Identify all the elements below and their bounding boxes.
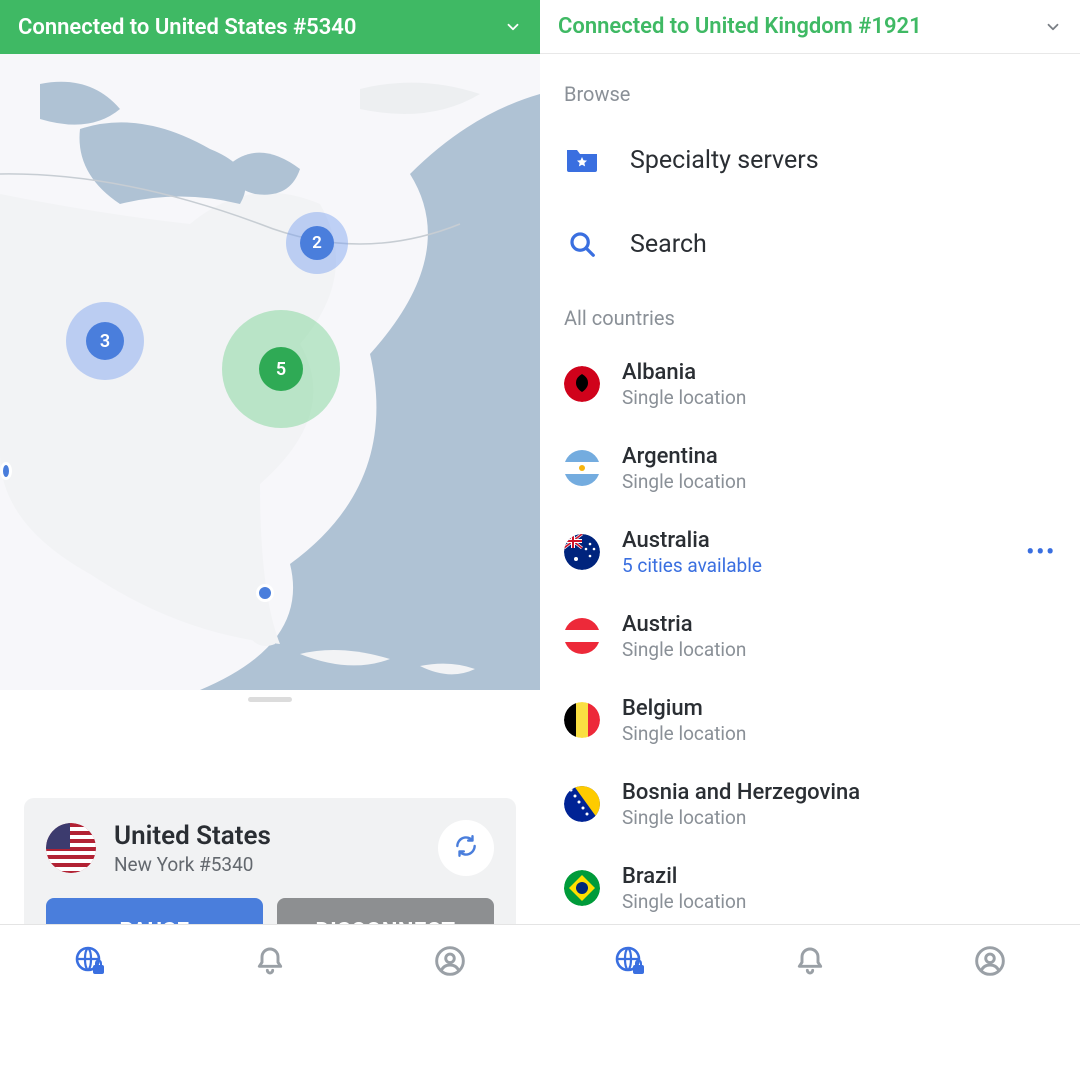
account-icon bbox=[434, 945, 466, 981]
more-options-icon[interactable]: ••• bbox=[1026, 540, 1056, 565]
map-cluster-marker[interactable]: 3 bbox=[66, 302, 144, 380]
all-countries-label: All countries bbox=[564, 306, 1080, 330]
bell-icon bbox=[794, 945, 826, 981]
status-text: Connected to United States #5340 bbox=[18, 15, 356, 40]
nav-notifications-tab[interactable] bbox=[180, 925, 360, 1000]
status-text: Connected to United Kingdom #1921 bbox=[558, 14, 922, 39]
server-map[interactable]: 2 3 5 bbox=[0, 54, 540, 690]
nav-account-tab[interactable] bbox=[360, 925, 540, 1000]
flag-bosnia-icon bbox=[564, 786, 600, 822]
connection-status-bar[interactable]: Connected to United Kingdom #1921 bbox=[540, 0, 1080, 54]
nav-vpn-tab[interactable] bbox=[0, 925, 180, 1000]
flag-argentina-icon bbox=[564, 450, 600, 486]
refresh-button[interactable] bbox=[438, 820, 494, 876]
bottom-nav bbox=[0, 924, 1080, 1000]
country-australia[interactable]: Australia 5 cities available ••• bbox=[564, 510, 1080, 594]
connection-country: United States bbox=[114, 821, 271, 851]
country-brazil[interactable]: Brazil Single location bbox=[564, 846, 1080, 930]
country-argentina[interactable]: Argentina Single location bbox=[564, 426, 1080, 510]
drag-handle-icon[interactable] bbox=[248, 697, 292, 702]
map-server-dot[interactable] bbox=[256, 584, 274, 602]
country-albania[interactable]: Albania Single location bbox=[564, 342, 1080, 426]
country-bosnia[interactable]: Bosnia and Herzegovina Single location bbox=[564, 762, 1080, 846]
search-icon bbox=[564, 229, 600, 259]
bell-icon bbox=[254, 945, 286, 981]
nav-notifications-tab[interactable] bbox=[720, 925, 900, 1000]
chevron-down-icon bbox=[504, 18, 522, 36]
nav-account-tab[interactable] bbox=[900, 925, 1080, 1000]
country-list-screen: Connected to United Kingdom #1921 Browse… bbox=[540, 0, 1080, 1000]
nav-vpn-tab[interactable] bbox=[540, 925, 720, 1000]
flag-albania-icon bbox=[564, 366, 600, 402]
country-austria[interactable]: Austria Single location bbox=[564, 594, 1080, 678]
chevron-down-icon bbox=[1044, 18, 1062, 36]
account-icon bbox=[974, 945, 1006, 981]
flag-australia-icon bbox=[564, 534, 600, 570]
connection-status-bar[interactable]: Connected to United States #5340 bbox=[0, 0, 540, 54]
browse-section-label: Browse bbox=[564, 82, 1080, 106]
map-cluster-marker-connected[interactable]: 5 bbox=[222, 310, 340, 428]
country-belgium[interactable]: Belgium Single location bbox=[564, 678, 1080, 762]
refresh-icon bbox=[453, 833, 479, 863]
map-server-dot[interactable] bbox=[0, 462, 12, 480]
specialty-servers-item[interactable]: Specialty servers bbox=[564, 118, 1080, 202]
globe-lock-icon bbox=[614, 945, 646, 981]
map-screen: Connected to United States #5340 bbox=[0, 0, 540, 1000]
folder-star-icon bbox=[564, 146, 600, 174]
search-item[interactable]: Search bbox=[564, 202, 1080, 286]
globe-lock-icon bbox=[74, 945, 106, 981]
map-cluster-marker[interactable]: 2 bbox=[286, 212, 348, 274]
flag-austria-icon bbox=[564, 618, 600, 654]
flag-belgium-icon bbox=[564, 702, 600, 738]
flag-us-icon bbox=[46, 823, 96, 873]
flag-brazil-icon bbox=[564, 870, 600, 906]
connection-server: New York #5340 bbox=[114, 853, 271, 876]
